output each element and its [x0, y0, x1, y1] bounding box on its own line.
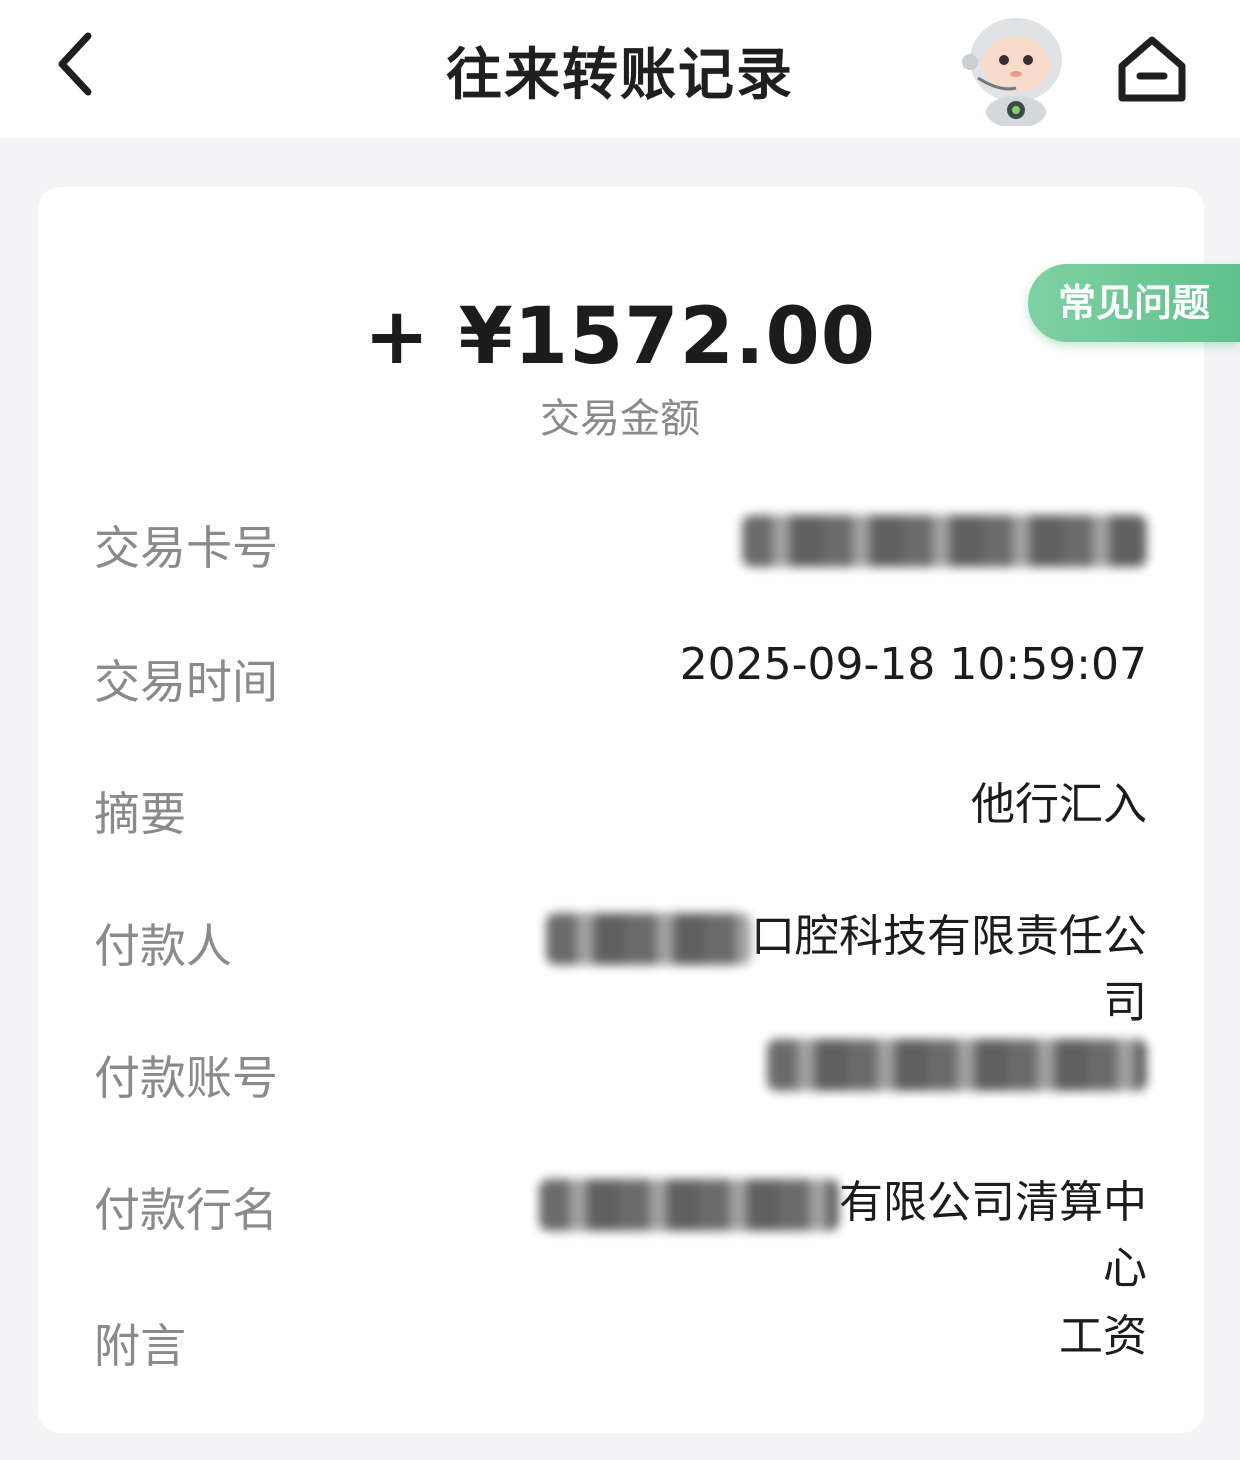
transaction-amount: + ¥1572.00 — [363, 292, 877, 382]
transaction-time-value: 2025-09-18 10:59:07 — [679, 639, 1147, 690]
payer-value-line2: 司 — [1103, 977, 1147, 1028]
redacted-block — [742, 515, 1147, 567]
redacted-block — [539, 1179, 839, 1231]
redacted-block — [546, 913, 751, 965]
payer-bank-value-line2: 心 — [1103, 1243, 1147, 1294]
payer-bank-value: 有限公司清算中 心 — [539, 1170, 1147, 1302]
card-number-label: 交易卡号 — [94, 521, 278, 575]
payer-value: 口腔科技有限责任公 司 — [546, 904, 1147, 1036]
home-icon — [1118, 36, 1186, 102]
astronaut-mascot-icon — [962, 18, 1062, 128]
transaction-time-label: 交易时间 — [94, 655, 278, 709]
payer-bank-label: 付款行名 — [94, 1183, 278, 1237]
payer-value-line1: 口腔科技有限责任公 — [751, 911, 1147, 962]
mascot-assistant-button[interactable] — [960, 8, 1072, 128]
payer-label: 付款人 — [94, 919, 232, 973]
transaction-amount-label: 交易金额 — [540, 396, 700, 442]
home-button[interactable] — [1114, 30, 1190, 106]
memo-value: 工资 — [1059, 1311, 1147, 1362]
payer-bank-value-line1: 有限公司清算中 — [839, 1177, 1147, 1228]
memo-label: 附言 — [94, 1319, 186, 1373]
redacted-block — [767, 1039, 1147, 1091]
summary-label: 摘要 — [94, 787, 186, 841]
card-number-value — [742, 506, 1147, 572]
payer-account-value — [767, 1030, 1147, 1096]
app-header: 往来转账记录 — [0, 0, 1240, 138]
payer-account-label: 付款账号 — [94, 1051, 278, 1105]
summary-value: 他行汇入 — [971, 779, 1147, 830]
